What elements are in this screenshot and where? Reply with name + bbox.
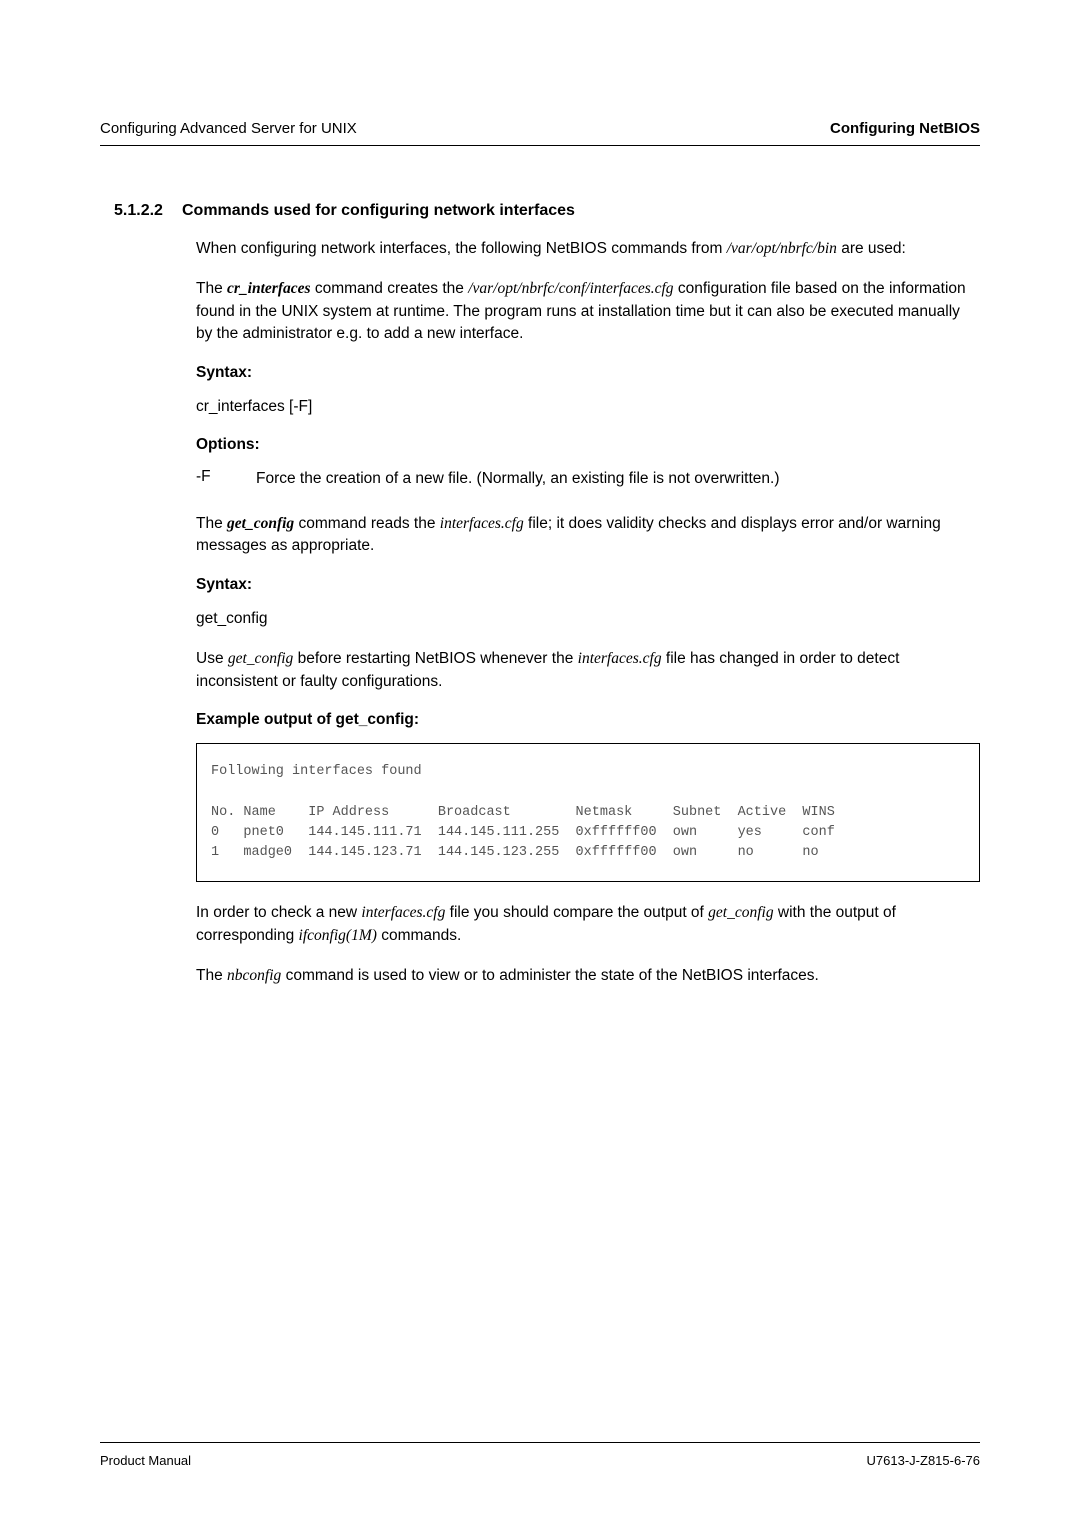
text: Use <box>196 650 228 667</box>
header-right: Configuring NetBIOS <box>830 120 980 137</box>
text: In order to check a new <box>196 904 361 921</box>
command-name: ifconfig(1M) <box>299 927 377 944</box>
option-row: -F Force the creation of a new file. (No… <box>196 468 980 490</box>
paragraph-intro: When configuring network interfaces, the… <box>196 238 980 260</box>
command-name: get_config <box>228 650 293 667</box>
footer-rule <box>100 1442 980 1443</box>
file-name: interfaces.cfg <box>440 515 524 532</box>
paragraph-get-config: The get_config command reads the interfa… <box>196 513 980 558</box>
footer-right: U7613-J-Z815-6-76 <box>867 1453 980 1468</box>
page-footer: Product Manual U7613-J-Z815-6-76 <box>100 1442 980 1468</box>
page-header: Configuring Advanced Server for UNIX Con… <box>100 120 980 137</box>
example-heading: Example output of get_config: <box>196 711 980 729</box>
section-title: Commands used for configuring network in… <box>182 202 575 220</box>
path-text: /var/opt/nbrfc/conf/interfaces.cfg <box>468 280 673 297</box>
option-description: Force the creation of a new file. (Norma… <box>256 468 779 490</box>
paragraph-compare-output: In order to check a new interfaces.cfg f… <box>196 902 980 947</box>
text: commands. <box>377 927 461 944</box>
path-text: /var/opt/nbrfc/bin <box>727 240 837 257</box>
syntax-heading: Syntax: <box>196 364 980 382</box>
option-flag: -F <box>196 468 256 490</box>
text: The <box>196 967 227 984</box>
command-name: nbconfig <box>227 967 281 984</box>
command-name: get_config <box>227 515 294 532</box>
syntax-get-config: get_config <box>196 608 980 630</box>
command-name: cr_interfaces <box>227 280 311 297</box>
header-rule <box>100 145 980 146</box>
command-name: get_config <box>708 904 773 921</box>
paragraph-use-get-config: Use get_config before restarting NetBIOS… <box>196 648 980 693</box>
text: The <box>196 515 227 532</box>
paragraph-cr-interfaces: The cr_interfaces command creates the /v… <box>196 278 980 345</box>
text: command reads the <box>294 515 440 532</box>
header-left: Configuring Advanced Server for UNIX <box>100 120 357 137</box>
text: command is used to view or to administer… <box>281 967 819 984</box>
section-heading: 5.1.2.2 Commands used for configuring ne… <box>114 202 980 220</box>
file-name: interfaces.cfg <box>361 904 445 921</box>
syntax-cr-interfaces: cr_interfaces [-F] <box>196 396 980 418</box>
text: are used: <box>837 240 906 257</box>
paragraph-nbconfig: The nbconfig command is used to view or … <box>196 965 980 987</box>
text: When configuring network interfaces, the… <box>196 240 727 257</box>
text: command creates the <box>311 280 469 297</box>
body-content: When configuring network interfaces, the… <box>196 238 980 988</box>
footer-line: Product Manual U7613-J-Z815-6-76 <box>100 1453 980 1468</box>
footer-left: Product Manual <box>100 1453 191 1468</box>
syntax-heading-2: Syntax: <box>196 576 980 594</box>
code-output-box: Following interfaces found No. Name IP A… <box>196 743 980 882</box>
options-heading: Options: <box>196 436 980 454</box>
section-number: 5.1.2.2 <box>114 202 182 220</box>
text: file you should compare the output of <box>445 904 708 921</box>
text: before restarting NetBIOS whenever the <box>293 650 577 667</box>
text: The <box>196 280 227 297</box>
file-name: interfaces.cfg <box>578 650 662 667</box>
